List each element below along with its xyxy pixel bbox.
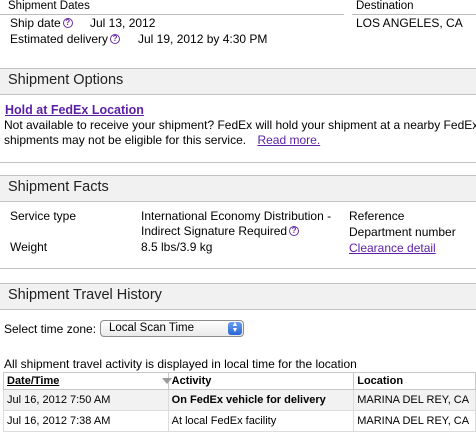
read-more-link[interactable]: Read more. [257, 133, 320, 147]
select-updown-icon: ▲ ▼ [228, 321, 242, 335]
table-row: Jul 16, 2012 7:50 AM On FedEx vehicle fo… [3, 389, 476, 411]
question-circle-icon[interactable]: ? [110, 34, 121, 44]
travel-history-note: All shipment travel activity is displaye… [4, 357, 357, 371]
column-header-datetime[interactable]: Date/Time [3, 372, 172, 390]
column-header-location: Location [353, 372, 476, 390]
timezone-label: Select time zone: [4, 322, 97, 336]
destination-value: LOS ANGELES, CA [356, 16, 463, 30]
est-delivery-row: Estimated delivery? [10, 32, 121, 46]
reference-label: Reference [349, 209, 405, 223]
service-type-signature: Indirect Signature Required [141, 224, 288, 238]
question-circle-icon[interactable]: ? [289, 226, 300, 236]
hold-at-fedex-location-link[interactable]: Hold at FedEx Location [5, 103, 144, 117]
sort-descending-icon [162, 378, 172, 384]
est-delivery-value: Jul 19, 2012 by 4:30 PM [138, 32, 268, 46]
est-delivery-label: Estimated delivery [10, 32, 109, 46]
dates-divider [0, 14, 344, 15]
ship-date-row: Ship date? [10, 16, 73, 30]
row-datetime: Jul 16, 2012 7:38 AM [3, 410, 169, 432]
section-divider [0, 162, 476, 163]
table-row: Jul 16, 2012 7:38 AM At local FedEx faci… [3, 410, 476, 432]
shipment-options-title: Shipment Options [8, 72, 124, 88]
hold-description-line1: Not available to receive your shipment? … [4, 118, 476, 132]
row-datetime: Jul 16, 2012 7:50 AM [3, 389, 169, 411]
department-number-label: Department number [349, 225, 456, 239]
weight-value: 8.5 lbs/3.9 kg [141, 240, 213, 254]
column-header-datetime-label: Date/Time [7, 375, 60, 387]
row-location: MARINA DEL REY, CA [353, 389, 476, 411]
timezone-selected-value: Local Scan Time [109, 322, 195, 334]
timezone-select[interactable]: Local Scan Time ▲ ▼ [100, 320, 244, 337]
shipment-facts-title: Shipment Facts [8, 179, 109, 195]
travel-history-title: Shipment Travel History [8, 287, 162, 303]
service-type-label: Service type [10, 209, 77, 223]
ship-date-value: Jul 13, 2012 [90, 16, 156, 30]
service-type-value-line1: International Economy Distribution - [141, 209, 332, 223]
destination-divider [352, 14, 476, 15]
row-activity: On FedEx vehicle for delivery [167, 389, 355, 411]
travel-history-table: Date/Time Activity Location Jul 16, 2012… [3, 372, 476, 432]
question-circle-icon[interactable]: ? [62, 18, 73, 28]
table-header-row: Date/Time Activity Location [3, 372, 476, 390]
weight-label: Weight [10, 240, 48, 254]
row-activity: At local FedEx facility [167, 410, 355, 432]
hold-description-line2: shipments may not be eligible for this s… [4, 133, 320, 147]
service-type-value-line2: Indirect Signature Required? [141, 224, 300, 238]
hold-description-text: shipments may not be eligible for this s… [4, 133, 247, 147]
column-header-activity: Activity [167, 372, 355, 390]
section-divider [0, 268, 476, 269]
ship-date-label: Ship date [10, 16, 61, 30]
shipment-dates-heading: Shipment Dates [8, 0, 90, 12]
row-location: MARINA DEL REY, CA [353, 410, 476, 432]
destination-heading: Destination [356, 0, 414, 12]
clearance-detail-link[interactable]: Clearance detail [349, 241, 436, 255]
